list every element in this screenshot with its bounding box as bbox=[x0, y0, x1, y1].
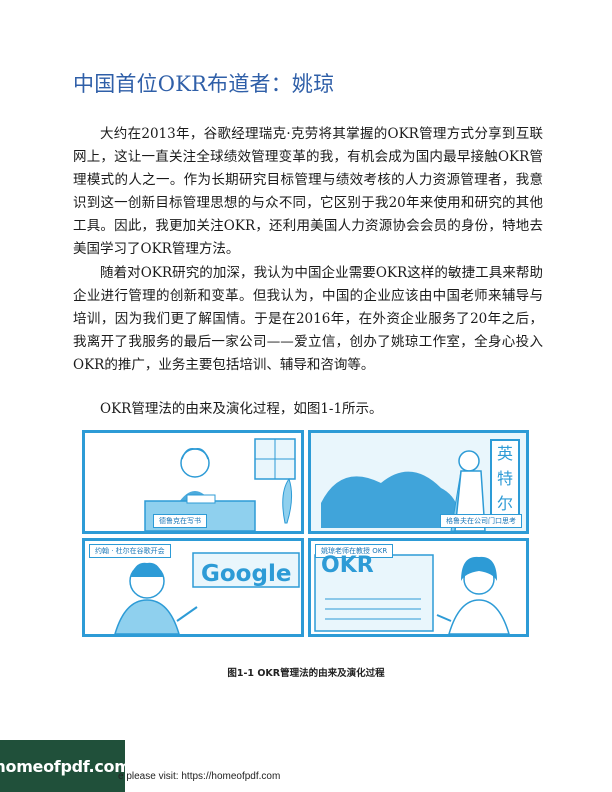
panel-caption-doerr: 约翰 · 杜尔在谷歌开会 bbox=[89, 544, 171, 558]
paragraph-3: OKR管理法的由来及演化过程，如图1-1所示。 bbox=[100, 401, 383, 417]
paragraph-1: 大约在2013年，谷歌经理瑞克·克劳将其掌握的OKR管理方式分享到互联网上，这让… bbox=[73, 126, 543, 257]
page-heading: 中国首位OKR布道者：姚琼 bbox=[73, 72, 335, 96]
comic-panel-doerr: 约翰 · 杜尔在谷歌开会 Google bbox=[82, 538, 304, 637]
sign-char: 英 bbox=[496, 443, 513, 463]
sign-char: 尔 bbox=[496, 494, 513, 514]
comic-panel-grove: 英 特 尔 格鲁夫在公司门口思考 bbox=[308, 430, 529, 534]
sign-char: 特 bbox=[496, 468, 513, 488]
google-wordmark: Google bbox=[201, 561, 292, 587]
figure-1-1: 德鲁克在写书 英 特 尔 格鲁夫在公司门口思考 约翰 · 杜尔在谷歌开会 Goo… bbox=[82, 430, 529, 637]
comic-panel-drucker: 德鲁克在写书 bbox=[82, 430, 304, 534]
watermark-footer-link[interactable]: e please visit: https://homeofpdf.com bbox=[118, 771, 280, 782]
comic-panel-yao: 姚琼老师在教授 OKR OKR bbox=[308, 538, 529, 637]
intel-sign: 英 特 尔 bbox=[490, 439, 520, 519]
panel-caption-grove: 格鲁夫在公司门口思考 bbox=[440, 514, 522, 528]
okr-wordmark: OKR bbox=[321, 553, 374, 578]
watermark-logo[interactable]: homeofpdf.com bbox=[0, 740, 131, 792]
paragraph-2: 随着对OKR研究的加深，我认为中国企业需要OKR这样的敏捷工具来帮助企业进行管理… bbox=[73, 265, 543, 373]
figure-caption: 图1-1 OKR管理法的由来及演化过程 bbox=[227, 668, 385, 679]
panel-caption-drucker: 德鲁克在写书 bbox=[153, 514, 207, 528]
